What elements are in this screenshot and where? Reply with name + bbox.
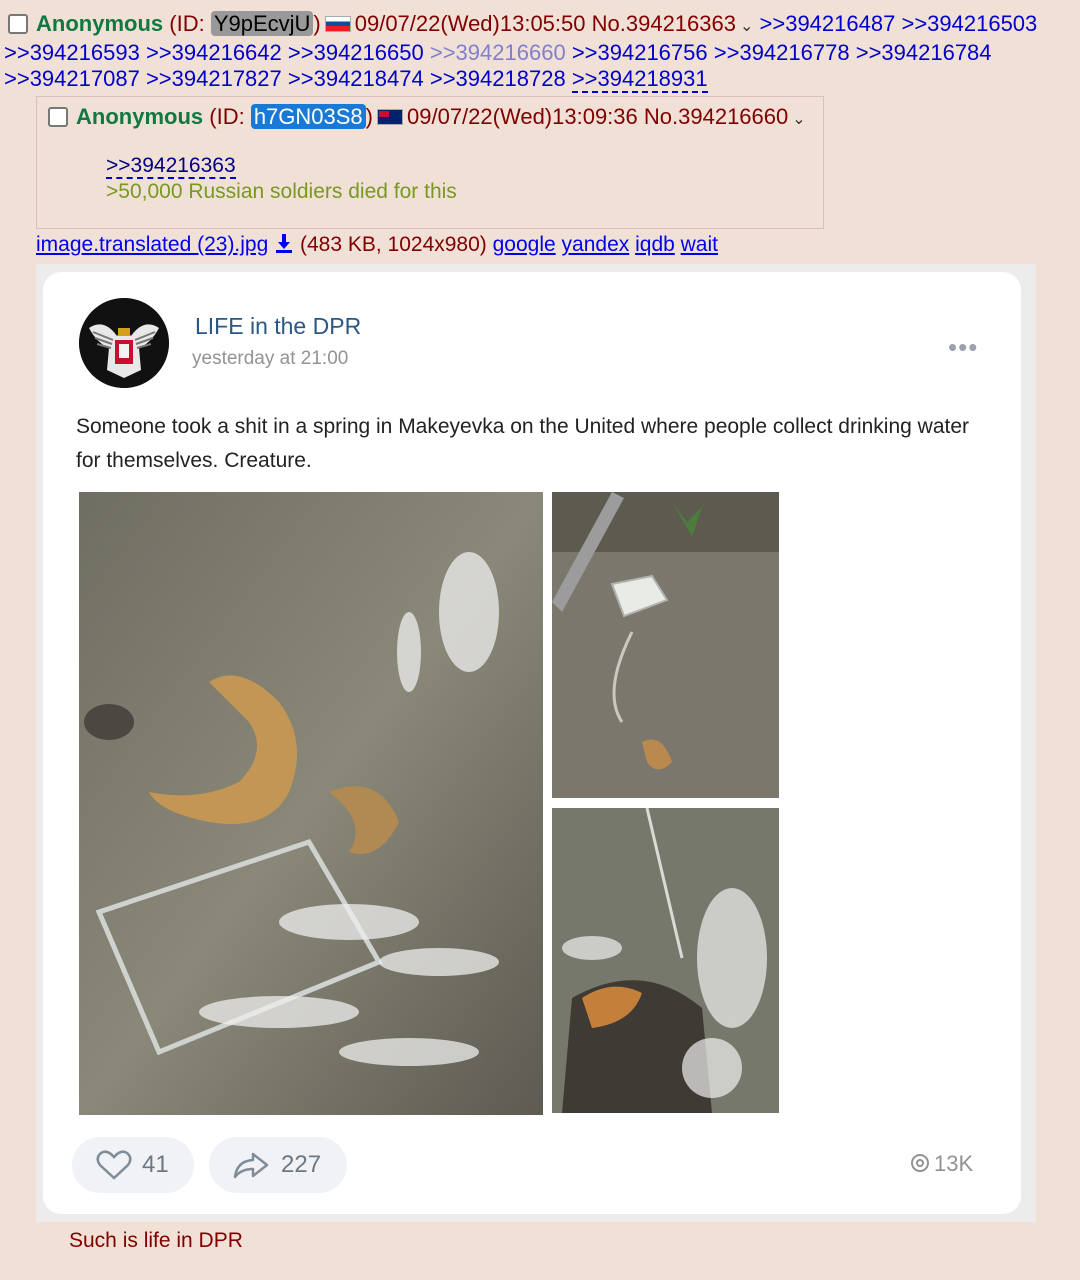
inline-reply-post: Anonymous (ID: h7GN03S8) 09/07/22(Wed)13:… [36, 96, 824, 229]
post-photo-top-right[interactable] [552, 492, 779, 798]
view-count: 13K [934, 1151, 974, 1176]
google-search-link[interactable]: google [493, 233, 556, 256]
new-zealand-flag-icon [377, 109, 403, 125]
yandex-search-link[interactable]: yandex [562, 233, 630, 256]
post-photo-large[interactable] [79, 492, 543, 1115]
more-options-icon[interactable]: ••• [948, 332, 978, 363]
op-poster-name: Anonymous [36, 11, 164, 36]
share-icon [233, 1150, 269, 1180]
op-datetime: 09/07/22(Wed)13:05:50 [354, 11, 586, 36]
op-post-number[interactable]: No.394216363 [592, 11, 736, 36]
chevron-down-icon[interactable]: ⌄ [792, 111, 805, 128]
share-count: 227 [281, 1151, 322, 1178]
op-header: Anonymous (ID: Y9pEcvjU) 09/07/22(Wed)13:… [8, 10, 1037, 41]
chevron-down-icon[interactable]: ⌄ [740, 18, 753, 35]
like-count: 41 [142, 1151, 169, 1178]
reply-link[interactable]: >>394216642 [146, 40, 282, 65]
reply-link[interactable]: >>394216756 [572, 40, 708, 65]
reply-datetime: 09/07/22(Wed)13:09:36 [407, 104, 638, 129]
post-comment-text: Such is life in DPR [69, 1229, 243, 1252]
download-icon[interactable] [274, 233, 294, 259]
reply-link[interactable]: >>394218728 [430, 66, 566, 91]
post-author[interactable]: LIFE in the DPR [195, 313, 361, 340]
reply-link[interactable]: >>394216487 [760, 11, 896, 36]
like-button[interactable]: 41 [72, 1137, 194, 1193]
eye-icon [910, 1153, 930, 1179]
op-replies-row: >>394216593 >>394216642 >>394216650 >>39… [4, 39, 992, 67]
slovakia-flag-icon [324, 16, 351, 32]
op-replies-row: >>394217087 >>394217827 >>394218474 >>39… [4, 65, 708, 93]
dpr-emblem-avatar [79, 298, 169, 388]
reply-poster-name: Anonymous [76, 104, 204, 129]
reply-link[interactable]: >>394216593 [4, 40, 140, 65]
reply-select-checkbox[interactable] [48, 107, 68, 127]
reply-link[interactable]: >>394216778 [714, 40, 850, 65]
iqdb-search-link[interactable]: iqdb [635, 233, 675, 256]
op-id-label: (ID: Y9pEcvjU) [169, 11, 321, 36]
reply-link[interactable]: >>394216650 [288, 40, 424, 65]
heart-icon [96, 1150, 132, 1180]
share-button[interactable]: 227 [209, 1137, 347, 1193]
op-poster-id[interactable]: Y9pEcvjU [210, 11, 314, 36]
reply-link[interactable]: >>394217827 [146, 66, 282, 91]
op-select-checkbox[interactable] [8, 14, 28, 34]
file-size-dims: (483 KB, 1024x980) [299, 233, 487, 256]
reply-post-number[interactable]: No.394216660 [644, 104, 788, 129]
reply-poster-id[interactable]: h7GN03S8 [250, 104, 366, 129]
greentext-line: >50,000 Russian soldiers died for this [106, 180, 457, 203]
file-name-link[interactable]: image.translated (23).jpg [36, 233, 268, 256]
post-timestamp: yesterday at 21:00 [192, 348, 349, 369]
reply-link[interactable]: >>394218931 [571, 66, 708, 93]
reply-body: >>394216363 >50,000 Russian soldiers die… [106, 153, 457, 205]
view-count-row: 13K [910, 1151, 973, 1179]
post-text: Someone took a shit in a spring in Makey… [76, 415, 970, 472]
quote-link[interactable]: >>394216363 [106, 154, 236, 179]
reply-link[interactable]: >>394216503 [901, 11, 1037, 36]
reply-link[interactable]: >>394218474 [288, 66, 424, 91]
file-info: image.translated (23).jpg (483 KB, 1024x… [36, 233, 718, 259]
post-photo-bottom-right[interactable] [552, 808, 779, 1113]
reply-link[interactable]: >>394216784 [856, 40, 992, 65]
reply-header: Anonymous (ID: h7GN03S8) 09/07/22(Wed)13:… [48, 103, 806, 134]
reply-id-label: (ID: h7GN03S8) [209, 104, 373, 129]
reply-link[interactable]: >>394216660 [430, 40, 566, 65]
reply-link[interactable]: >>394217087 [4, 66, 140, 91]
wait-search-link[interactable]: wait [681, 233, 718, 256]
